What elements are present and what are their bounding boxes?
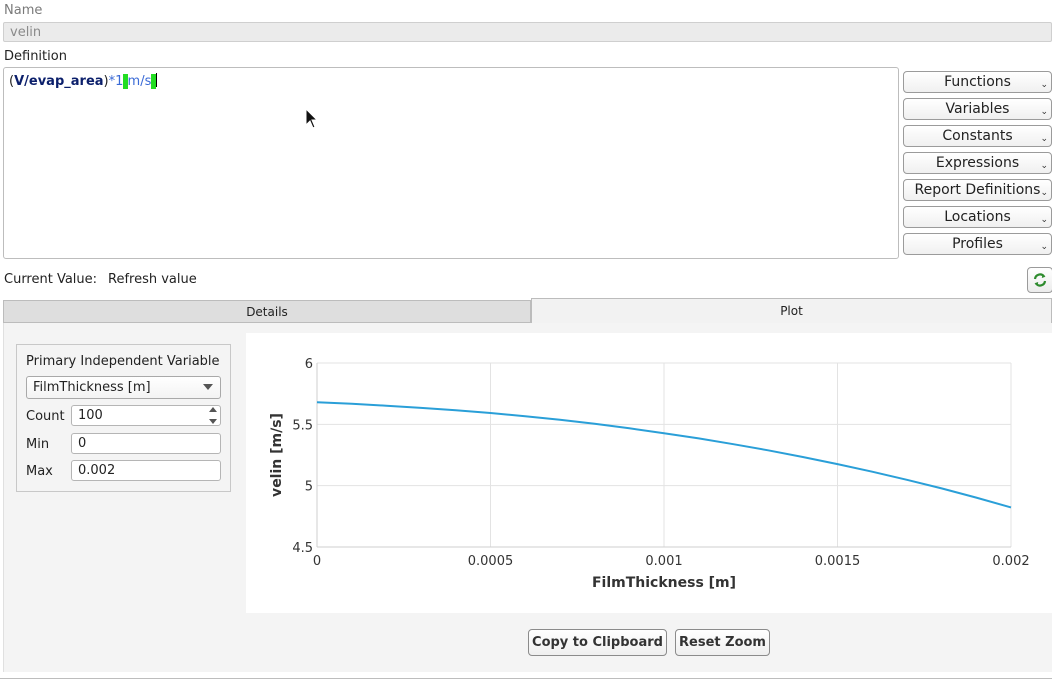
- name-label: Name: [4, 3, 43, 18]
- text-caret: [155, 73, 157, 87]
- copy-to-clipboard-button[interactable]: Copy to Clipboard: [528, 629, 667, 656]
- constants-button[interactable]: Constants ⌄: [903, 125, 1052, 147]
- current-value-text: Refresh value: [108, 272, 197, 287]
- count-stepper[interactable]: 100: [71, 405, 221, 426]
- name-field[interactable]: velin: [3, 22, 1052, 42]
- token-operator: *1: [108, 74, 124, 89]
- current-value-label: Current Value:: [4, 272, 98, 287]
- dropdown-arrow-icon: ⌄: [1040, 134, 1048, 144]
- dropdown-arrow-icon: ⌄: [1040, 242, 1048, 252]
- chart-area[interactable]: 0 0.0005 0.001 0.0015 0.002 4.5 5 5.5 6 FilmThick…: [246, 333, 1052, 613]
- max-label: Max: [26, 464, 53, 479]
- count-value: 100: [78, 408, 103, 423]
- report-definitions-button[interactable]: Report Definitions ⌄: [903, 179, 1052, 201]
- dropdown-arrow-icon: ⌄: [1040, 80, 1048, 90]
- definition-label: Definition: [4, 49, 67, 64]
- x-tick-label: 0.0015: [815, 554, 861, 569]
- x-tick-label: 0.0005: [468, 554, 514, 569]
- y-tick-label: 4.5: [292, 541, 313, 556]
- y-tick-label: 5: [305, 480, 313, 495]
- variable-select-value: FilmThickness [m]: [33, 380, 151, 395]
- y-axis-label: velin [m/s]: [269, 413, 285, 497]
- divider: [0, 678, 1052, 679]
- x-axis-label: FilmThickness [m]: [592, 575, 736, 591]
- min-field[interactable]: 0: [71, 433, 221, 454]
- functions-button[interactable]: Functions ⌄: [903, 71, 1052, 93]
- y-tick-label: 6: [305, 357, 313, 372]
- x-tick-label: 0.002: [992, 554, 1029, 569]
- dropdown-arrow-icon: ⌄: [1040, 161, 1048, 171]
- tab-plot[interactable]: Plot: [531, 298, 1052, 323]
- y-tick-label: 5.5: [292, 418, 313, 433]
- locations-button[interactable]: Locations ⌄: [903, 206, 1052, 228]
- dropdown-arrow-icon: ⌄: [1040, 188, 1048, 198]
- variables-button[interactable]: Variables ⌄: [903, 98, 1052, 120]
- chevron-down-icon: [203, 384, 213, 390]
- group-title: Primary Independent Variable: [26, 354, 220, 369]
- definition-editor[interactable]: (V/evap_area)*1 m/s: [3, 67, 899, 259]
- x-tick-label: 0.001: [645, 554, 682, 569]
- spin-down-icon[interactable]: [209, 419, 217, 424]
- variable-select[interactable]: FilmThickness [m]: [26, 376, 221, 399]
- min-label: Min: [26, 437, 50, 452]
- dropdown-arrow-icon: ⌄: [1040, 215, 1048, 225]
- spin-up-icon[interactable]: [209, 407, 217, 412]
- x-tick-label: 0: [313, 554, 321, 569]
- line-chart[interactable]: 0 0.0005 0.001 0.0015 0.002 4.5 5 5.5 6 FilmThick…: [246, 333, 1052, 613]
- profiles-button[interactable]: Profiles ⌄: [903, 233, 1052, 255]
- max-field[interactable]: 0.002: [71, 460, 221, 481]
- token-variable: V/evap_area: [14, 74, 104, 89]
- refresh-icon: [1033, 273, 1047, 287]
- mouse-cursor-icon: [305, 108, 319, 129]
- token-unit: m/s: [127, 74, 152, 89]
- dropdown-arrow-icon: ⌄: [1040, 107, 1048, 117]
- tab-details[interactable]: Details: [3, 300, 531, 323]
- refresh-button[interactable]: [1027, 267, 1052, 293]
- reset-zoom-button[interactable]: Reset Zoom: [675, 629, 770, 656]
- expressions-button[interactable]: Expressions ⌄: [903, 152, 1052, 174]
- count-label: Count: [26, 409, 65, 424]
